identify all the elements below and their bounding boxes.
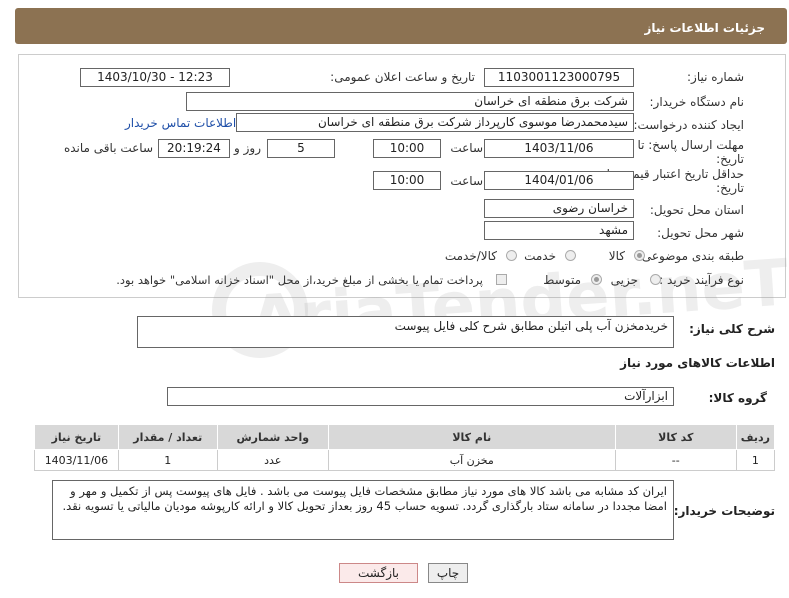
announce-datetime-field: 1403/10/30 - 12:23 bbox=[80, 68, 230, 87]
goods-section-title: اطلاعات کالاهای مورد نیاز bbox=[620, 356, 775, 370]
deadline-date-field: 1403/11/06 bbox=[484, 139, 634, 158]
process-minor-radio[interactable] bbox=[650, 274, 661, 285]
category-goods-service-label: کالا/خدمت bbox=[444, 249, 497, 263]
cell-quantity: 1 bbox=[117, 449, 218, 471]
buyer-org-label: نام دستگاه خریدار: bbox=[649, 95, 745, 109]
deadline-date-label: تاریخ: bbox=[716, 152, 744, 166]
goods-table: ردیف کد کالا نام کالا واحد شمارش تعداد /… bbox=[34, 424, 776, 471]
goods-group-label: گروه کالا: bbox=[708, 391, 767, 405]
col-unit: واحد شمارش bbox=[216, 424, 329, 450]
announce-label: تاریخ و ساعت اعلان عمومی: bbox=[330, 70, 475, 84]
validity-date-field: 1404/01/06 bbox=[484, 171, 634, 190]
validity-date-label: تاریخ: bbox=[716, 181, 744, 195]
category-label: طبقه بندی موضوعی: bbox=[637, 249, 744, 263]
deadline-time-label: ساعت bbox=[450, 141, 483, 155]
process-label: نوع فرآیند خرید : bbox=[659, 273, 744, 287]
category-service-radio[interactable] bbox=[565, 250, 576, 261]
days-label: روز و bbox=[234, 141, 261, 155]
treasury-payment-checkbox[interactable] bbox=[496, 274, 507, 285]
city-field: مشهد bbox=[484, 221, 634, 240]
col-quantity: تعداد / مقدار bbox=[117, 424, 218, 450]
summary-field: خریدمخزن آب پلی اتیلن مطابق شرح کلی فایل… bbox=[137, 316, 674, 348]
category-goods-service-radio[interactable] bbox=[506, 250, 517, 261]
validity-time-label: ساعت bbox=[450, 174, 483, 188]
cell-need-date: 1403/11/06 bbox=[34, 449, 119, 471]
province-label: استان محل تحویل: bbox=[649, 203, 744, 217]
creator-label: ایجاد کننده درخواست: bbox=[633, 118, 744, 132]
treasury-payment-label: پرداخت تمام یا بخشی از مبلغ خرید،از محل … bbox=[116, 273, 483, 287]
cell-unit: عدد bbox=[216, 449, 329, 471]
buyer-contact-link[interactable]: اطلاعات تماس خریدار bbox=[125, 116, 236, 130]
col-row-number: ردیف bbox=[735, 424, 776, 450]
process-medium-radio[interactable] bbox=[591, 274, 602, 285]
cell-item-code: -- bbox=[614, 449, 737, 471]
col-need-date: تاریخ نیاز bbox=[34, 424, 119, 450]
validity-time-field: 10:00 bbox=[373, 171, 441, 190]
print-button[interactable]: چاپ bbox=[428, 563, 468, 583]
summary-label: شرح کلی نیاز: bbox=[689, 322, 775, 336]
cell-item-name: مخزن آب bbox=[327, 449, 616, 471]
category-goods-radio[interactable] bbox=[634, 250, 645, 261]
goods-group-field: ابزارآلات bbox=[167, 387, 674, 406]
col-item-code: کد کالا bbox=[614, 424, 737, 450]
process-minor-label: جزیی bbox=[610, 273, 638, 287]
buyer-org-field: شرکت برق منطقه ای خراسان bbox=[186, 92, 634, 111]
page-header: جزئیات اطلاعات نیاز bbox=[15, 8, 787, 44]
creator-field: سیدمحمدرضا موسوی کارپرداز شرکت برق منطقه… bbox=[236, 113, 634, 132]
buyer-notes-field: ایران کد مشابه می باشد کالا های مورد نیا… bbox=[52, 480, 674, 540]
category-goods-label: کالا bbox=[608, 249, 625, 263]
process-medium-label: متوسط bbox=[543, 273, 581, 287]
buyer-notes-label: توضیحات خریدار: bbox=[673, 504, 775, 518]
back-button[interactable]: بازگشت bbox=[339, 563, 418, 583]
city-label: شهر محل تحویل: bbox=[657, 226, 744, 240]
need-number-field: 1103001123000795 bbox=[484, 68, 634, 87]
goods-table-header: ردیف کد کالا نام کالا واحد شمارش تعداد /… bbox=[34, 424, 776, 450]
table-row: 1 -- مخزن آب عدد 1 1403/11/06 bbox=[34, 449, 776, 471]
category-service-label: خدمت bbox=[524, 249, 556, 263]
province-field: خراسان رضوی bbox=[484, 199, 634, 218]
need-number-label: شماره نیاز: bbox=[687, 70, 744, 84]
remaining-label: ساعت باقی مانده bbox=[63, 141, 153, 155]
deadline-label: مهلت ارسال پاسخ: تا bbox=[637, 138, 744, 152]
cell-row-number: 1 bbox=[735, 449, 776, 471]
page-title: جزئیات اطلاعات نیاز bbox=[644, 21, 765, 35]
col-item-name: نام کالا bbox=[327, 424, 616, 450]
remaining-days-field: 5 bbox=[267, 139, 335, 158]
remaining-time-field: 20:19:24 bbox=[158, 139, 230, 158]
deadline-time-field: 10:00 bbox=[373, 139, 441, 158]
